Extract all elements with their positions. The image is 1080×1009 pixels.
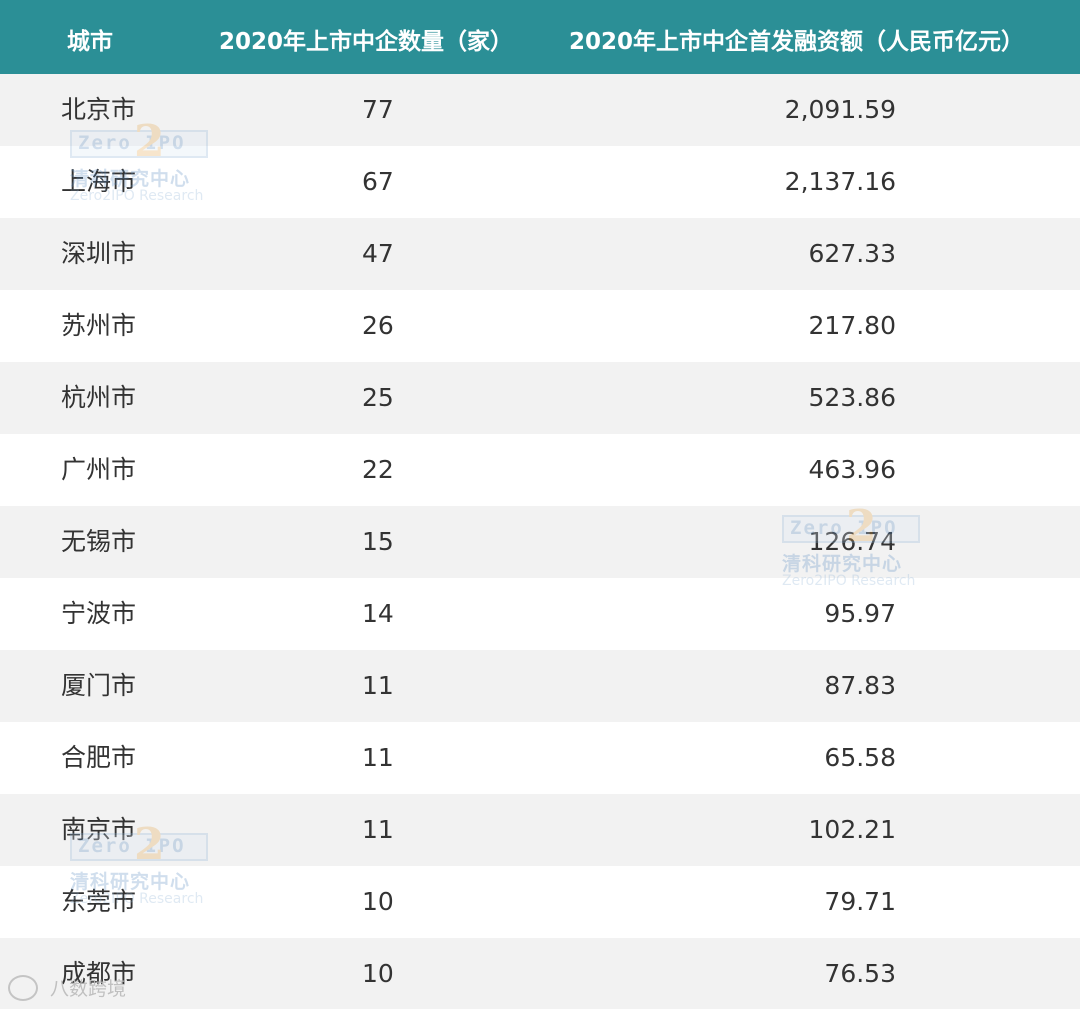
cell-listed-count: 26: [362, 311, 394, 340]
table-row: 深圳市 47 627.33: [0, 218, 1080, 290]
header-listed-count: 2020年上市中企数量（家）: [219, 29, 514, 55]
cell-listed-count: 77: [362, 95, 394, 124]
cell-listed-count: 67: [362, 167, 394, 196]
cell-city: 合肥市: [61, 743, 137, 772]
cell-city: 厦门市: [61, 671, 137, 700]
cell-listed-count: 47: [362, 239, 394, 268]
table-row: 东莞市 10 79.71: [0, 866, 1080, 938]
table-row: 南京市 11 102.21: [0, 794, 1080, 866]
cell-ipo-amount: 102.21: [808, 815, 896, 844]
cell-ipo-amount: 126.74: [808, 527, 896, 556]
table-row: 厦门市 11 87.83: [0, 650, 1080, 722]
cell-city: 广州市: [61, 455, 137, 484]
cell-city: 杭州市: [61, 383, 137, 412]
table-row: 成都市 10 76.53: [0, 938, 1080, 1009]
cell-listed-count: 10: [362, 887, 394, 916]
cell-ipo-amount: 217.80: [808, 311, 896, 340]
cell-listed-count: 10: [362, 959, 394, 988]
cell-ipo-amount: 463.96: [808, 455, 896, 484]
cell-listed-count: 25: [362, 383, 394, 412]
cell-listed-count: 11: [362, 743, 394, 772]
cell-city: 上海市: [61, 167, 137, 196]
cell-ipo-amount: 79.71: [824, 887, 896, 916]
cell-ipo-amount: 76.53: [824, 959, 896, 988]
cell-ipo-amount: 2,137.16: [784, 167, 896, 196]
cell-ipo-amount: 87.83: [824, 671, 896, 700]
table-row: 合肥市 11 65.58: [0, 722, 1080, 794]
cell-city: 南京市: [61, 815, 137, 844]
cell-city: 无锡市: [61, 527, 137, 556]
table-header: 城市 2020年上市中企数量（家） 2020年上市中企首发融资额（人民币亿元）: [0, 0, 1080, 74]
cell-ipo-amount: 95.97: [824, 599, 896, 628]
table-row: 无锡市 15 126.74: [0, 506, 1080, 578]
header-ipo-amount: 2020年上市中企首发融资额（人民币亿元）: [569, 29, 1025, 55]
data-table: 城市 2020年上市中企数量（家） 2020年上市中企首发融资额（人民币亿元） …: [0, 0, 1080, 1009]
table-row: 苏州市 26 217.80: [0, 290, 1080, 362]
cell-city: 东莞市: [61, 887, 137, 916]
table-row: 北京市 77 2,091.59: [0, 74, 1080, 146]
cell-ipo-amount: 2,091.59: [784, 95, 896, 124]
table-row: 广州市 22 463.96: [0, 434, 1080, 506]
cell-listed-count: 14: [362, 599, 394, 628]
cell-listed-count: 22: [362, 455, 394, 484]
table-row: 上海市 67 2,137.16: [0, 146, 1080, 218]
cell-ipo-amount: 627.33: [808, 239, 896, 268]
table-row: 杭州市 25 523.86: [0, 362, 1080, 434]
cell-ipo-amount: 523.86: [808, 383, 896, 412]
cell-city: 宁波市: [61, 599, 137, 628]
cell-listed-count: 11: [362, 815, 394, 844]
cell-listed-count: 11: [362, 671, 394, 700]
cell-city: 北京市: [61, 95, 137, 124]
brand-logo-icon: [8, 974, 38, 1001]
corner-watermark: 八数跨境: [8, 974, 126, 1004]
cell-ipo-amount: 65.58: [824, 743, 896, 772]
table-row: 宁波市 14 95.97: [0, 578, 1080, 650]
cell-city: 苏州市: [61, 311, 137, 340]
cell-listed-count: 15: [362, 527, 394, 556]
cell-city: 深圳市: [61, 239, 137, 268]
header-city: 城市: [67, 29, 113, 55]
